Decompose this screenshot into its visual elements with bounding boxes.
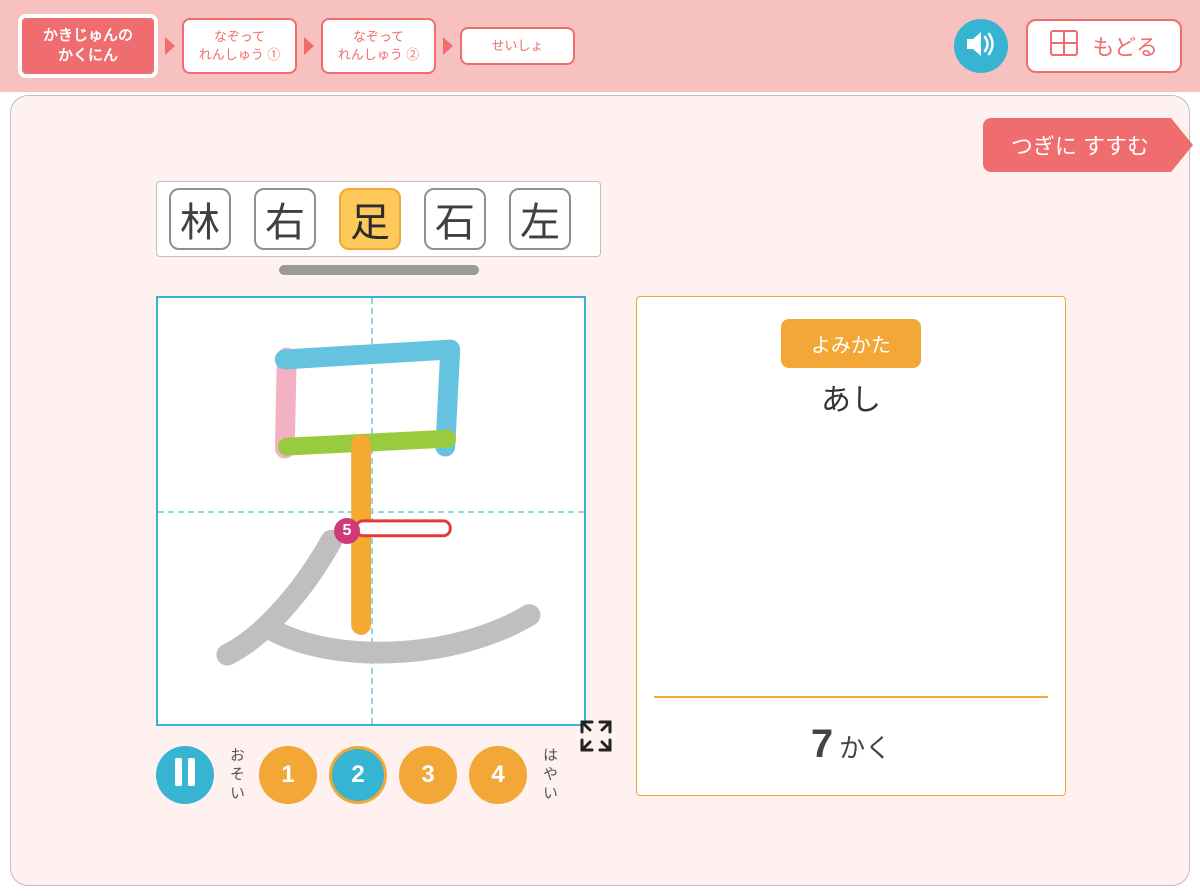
nav-tab-label: れんしゅう ①: [199, 46, 281, 64]
speed-button-1[interactable]: 1: [259, 746, 317, 804]
speed-value: 3: [421, 761, 434, 789]
kanji-glyph: 石: [435, 190, 475, 248]
speed-button-4[interactable]: 4: [469, 746, 527, 804]
expand-icon: [576, 716, 616, 756]
nav-tab-stroke-order[interactable]: かきじゅんの かくにん: [18, 14, 158, 79]
info-card: よみかた あし 7かく: [636, 296, 1066, 796]
kanji-stroke-art: [158, 298, 584, 724]
reading-button-label: よみかた: [811, 335, 891, 357]
stroke-canvas: 5: [156, 296, 586, 726]
playback-controls: おそい 1 2 3 4 はやい: [156, 746, 560, 804]
next-button[interactable]: つぎに すすむ: [983, 118, 1171, 172]
nav-tab-label: かきじゅんの: [43, 26, 133, 46]
nav-tab-trace-1[interactable]: なぞって れんしゅう ①: [182, 18, 297, 73]
stroke-count-suffix: かく: [839, 733, 891, 763]
nav-tab-label: れんしゅう ②: [338, 46, 420, 64]
stroke-number: 5: [343, 522, 352, 540]
kanji-tile[interactable]: 足: [339, 188, 401, 250]
fast-label: はやい: [539, 747, 560, 804]
reading-button[interactable]: よみかた: [781, 319, 921, 368]
speed-button-3[interactable]: 3: [399, 746, 457, 804]
chevron-right-icon: [164, 36, 176, 56]
kanji-scrollbar[interactable]: [279, 265, 479, 275]
speed-value: 2: [351, 761, 364, 789]
nav-tab-trace-2[interactable]: なぞって れんしゅう ②: [321, 18, 436, 73]
speed-value: 1: [281, 761, 294, 789]
sound-button[interactable]: [954, 19, 1008, 73]
back-button-label: もどる: [1092, 30, 1158, 62]
nav-tab-seisho[interactable]: せいしょ: [460, 27, 575, 65]
kanji-tile[interactable]: 右: [254, 188, 316, 250]
reading-text: あし: [821, 382, 881, 420]
speed-value: 4: [491, 761, 504, 789]
stroke-number-badge: 5: [334, 518, 360, 544]
kanji-tile[interactable]: 林: [169, 188, 231, 250]
nav-tab-label: かくにん: [58, 46, 118, 66]
back-button[interactable]: もどる: [1026, 19, 1182, 73]
chevron-right-icon: [303, 36, 315, 56]
play-pause-button[interactable]: [156, 746, 214, 804]
kanji-tile[interactable]: 左: [509, 188, 571, 250]
slow-label: おそい: [226, 747, 247, 804]
kanji-glyph: 足: [350, 190, 390, 248]
kanji-tile[interactable]: 石: [424, 188, 486, 250]
stroke-count-number: 7: [811, 722, 833, 766]
pause-icon: [174, 758, 196, 793]
grid-icon: [1050, 30, 1078, 62]
speaker-icon: [965, 29, 997, 64]
stroke-count: 7かく: [811, 698, 891, 795]
chevron-right-icon: [442, 36, 454, 56]
nav-tab-label: なぞって: [353, 28, 404, 46]
nav-tab-group: かきじゅんの かくにん なぞって れんしゅう ① なぞって れんしゅう ② せい…: [18, 14, 575, 79]
kanji-selector: 林 右 足 石 左: [156, 181, 601, 275]
kanji-glyph: 林: [180, 190, 220, 248]
kanji-glyph: 左: [520, 190, 560, 248]
kanji-glyph: 右: [265, 190, 305, 248]
top-nav-bar: かきじゅんの かくにん なぞって れんしゅう ① なぞって れんしゅう ② せい…: [0, 0, 1200, 92]
next-button-label: つぎに すすむ: [1011, 129, 1149, 161]
nav-tab-label: なぞって: [214, 28, 265, 46]
main-panel: つぎに すすむ 林 右 足 石 左: [10, 95, 1190, 886]
nav-tab-label: せいしょ: [491, 37, 543, 55]
kanji-selector-row: 林 右 足 石 左: [156, 181, 601, 257]
app-root: かきじゅんの かくにん なぞって れんしゅう ① なぞって れんしゅう ② せい…: [0, 0, 1200, 896]
speed-button-2[interactable]: 2: [329, 746, 387, 804]
